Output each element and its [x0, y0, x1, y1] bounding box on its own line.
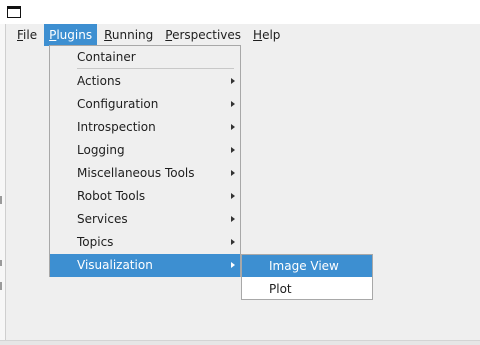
menu-item-logging[interactable]: Logging	[50, 139, 240, 162]
edge-mark	[0, 196, 2, 204]
menu-item-robot-tools[interactable]: Robot Tools	[50, 185, 240, 208]
menu-item-label: Topics	[77, 235, 114, 249]
menu-perspectives-label: erspectives	[172, 28, 242, 42]
submenu-arrow-icon	[231, 170, 235, 176]
visualization-submenu: Image View Plot	[241, 254, 373, 300]
menu-item-label: Introspection	[77, 120, 156, 134]
menu-running-mnemonic: R	[104, 28, 112, 42]
menu-item-label: Container	[77, 50, 136, 64]
menu-file[interactable]: File	[12, 24, 42, 46]
menu-running[interactable]: Running	[99, 24, 158, 46]
menu-item-topics[interactable]: Topics	[50, 231, 240, 254]
menu-item-introspection[interactable]: Introspection	[50, 116, 240, 139]
menu-item-label: Image View	[269, 259, 339, 273]
menu-item-label: Plot	[269, 282, 292, 296]
edge-mark	[0, 260, 2, 266]
menu-item-label: Configuration	[77, 97, 159, 111]
menu-perspectives[interactable]: Perspectives	[160, 24, 246, 46]
menu-item-plot[interactable]: Plot	[242, 278, 372, 300]
menu-item-configuration[interactable]: Configuration	[50, 93, 240, 116]
menu-running-label: unning	[111, 28, 154, 42]
window-icon[interactable]	[7, 6, 21, 18]
menu-item-label: Services	[77, 212, 128, 226]
plugins-dropdown: Container Actions Configuration Introspe…	[49, 45, 241, 277]
menu-item-label: Visualization	[77, 258, 153, 272]
menu-help[interactable]: Help	[248, 24, 285, 46]
menu-item-label: Miscellaneous Tools	[77, 166, 195, 180]
menu-plugins[interactable]: Plugins	[44, 24, 98, 46]
menu-item-miscellaneous-tools[interactable]: Miscellaneous Tools	[50, 162, 240, 185]
menu-bar: File Plugins Running Perspectives Help	[12, 24, 287, 46]
submenu-arrow-icon	[231, 78, 235, 84]
submenu-arrow-icon	[231, 216, 235, 222]
menu-item-label: Robot Tools	[77, 189, 146, 203]
submenu-arrow-icon	[231, 262, 235, 268]
menu-file-label: ile	[23, 28, 38, 42]
submenu-arrow-icon	[231, 239, 235, 245]
submenu-arrow-icon	[231, 124, 235, 130]
submenu-arrow-icon	[231, 147, 235, 153]
menu-item-label: Logging	[77, 143, 125, 157]
left-window-edge	[0, 24, 6, 345]
menu-item-visualization[interactable]: Visualization	[50, 254, 240, 277]
menu-item-services[interactable]: Services	[50, 208, 240, 231]
menu-help-mnemonic: H	[253, 28, 263, 42]
menu-item-actions[interactable]: Actions	[50, 70, 240, 93]
submenu-arrow-icon	[231, 101, 235, 107]
menu-item-container[interactable]: Container	[50, 46, 240, 69]
menu-separator	[77, 68, 234, 69]
menu-item-image-view[interactable]: Image View	[242, 255, 372, 277]
submenu-arrow-icon	[231, 193, 235, 199]
title-bar	[0, 0, 480, 24]
menu-plugins-label: lugins	[56, 28, 93, 42]
edge-mark	[0, 282, 2, 290]
bottom-edge	[0, 340, 480, 345]
menu-help-label: elp	[262, 28, 281, 42]
menu-item-label: Actions	[77, 74, 121, 88]
